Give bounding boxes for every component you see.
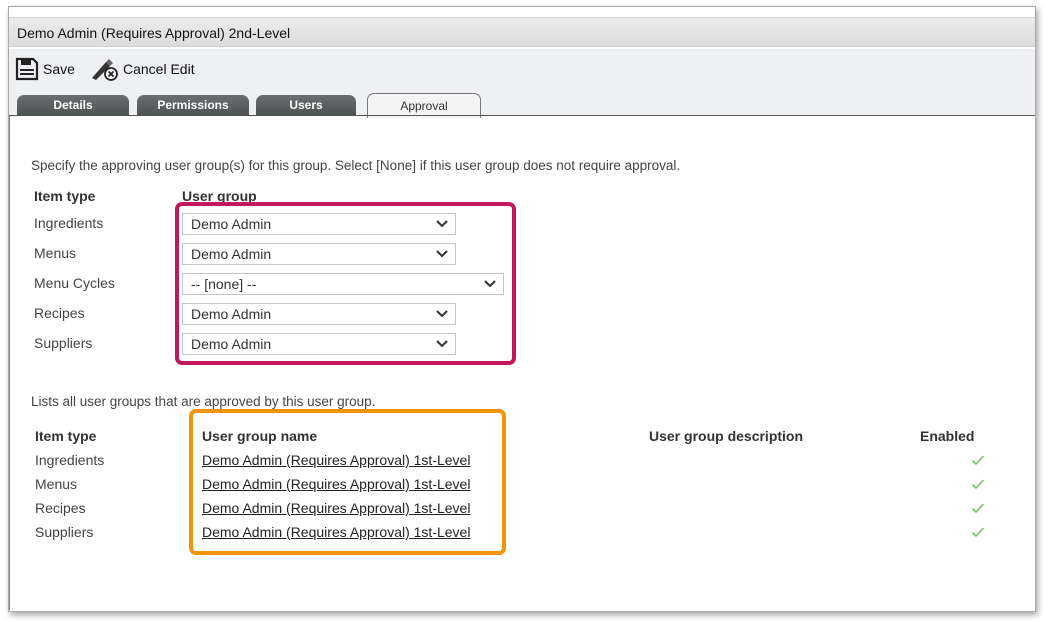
- item-type-header: Item type: [34, 188, 96, 204]
- approved-groups-caption: Lists all user groups that are approved …: [31, 394, 376, 409]
- window-title: Demo Admin (Requires Approval) 2nd-Level: [9, 17, 1035, 47]
- tab-bar: Details Permissions Users Approval: [9, 89, 1035, 118]
- highlight-user-group-selects: [175, 202, 516, 365]
- cancel-edit-icon: [89, 57, 119, 81]
- row-item-type: Recipes: [35, 500, 86, 516]
- save-label: Save: [43, 61, 75, 77]
- cancel-edit-button[interactable]: Cancel Edit: [89, 55, 195, 83]
- user-group-description-header: User group description: [649, 428, 804, 444]
- checkmark-icon: [971, 455, 985, 466]
- item-type-menu-cycles: Menu Cycles: [34, 275, 115, 291]
- checkmark-icon: [971, 503, 985, 514]
- save-button[interactable]: Save: [15, 55, 75, 83]
- approval-instruction: Specify the approving user group(s) for …: [31, 158, 681, 173]
- enabled-header: Enabled: [920, 428, 975, 444]
- item-type-suppliers: Suppliers: [34, 335, 93, 351]
- highlight-approved-group-names: [189, 409, 506, 555]
- checkmark-icon: [971, 527, 985, 538]
- cancel-edit-label: Cancel Edit: [123, 61, 195, 77]
- save-icon: [15, 57, 39, 81]
- tab-details[interactable]: Details: [17, 95, 129, 115]
- toolbar: Save Cancel Edit: [9, 49, 1035, 89]
- item-type-ingredients: Ingredients: [34, 215, 104, 231]
- list-item-type-header: Item type: [35, 428, 97, 444]
- row-item-type: Suppliers: [35, 524, 94, 540]
- tab-permissions[interactable]: Permissions: [137, 95, 249, 115]
- item-type-menus: Menus: [34, 245, 77, 261]
- checkmark-icon: [971, 479, 985, 490]
- tab-users[interactable]: Users: [256, 95, 356, 115]
- row-item-type: Ingredients: [35, 452, 105, 468]
- item-type-recipes: Recipes: [34, 305, 85, 321]
- approval-panel: Specify the approving user group(s) for …: [9, 116, 1035, 610]
- panel-border: [9, 116, 10, 610]
- row-item-type: Menus: [35, 476, 78, 492]
- edit-user-group-window: Demo Admin (Requires Approval) 2nd-Level…: [8, 6, 1036, 612]
